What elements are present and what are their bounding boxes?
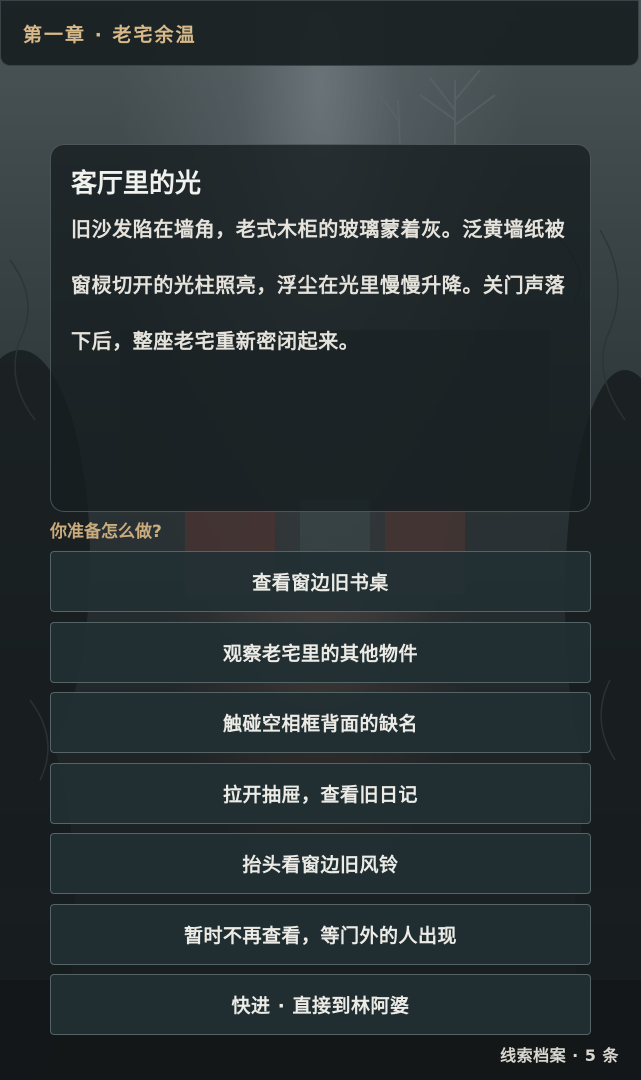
choice-list: 查看窗边旧书桌 观察老宅里的其他物件 触碰空相框背面的缺名 拉开抽屉，查看旧日记… [50, 551, 591, 1045]
clue-archive-link[interactable]: 线索档案 · 5 条 [500, 1042, 619, 1066]
chapter-title: 第一章 · 老宅余温 [23, 23, 197, 46]
story-heading: 客厅里的光 [71, 169, 202, 199]
chapter-header: 第一章 · 老宅余温 [0, 0, 639, 66]
story-card: 客厅里的光 旧沙发陷在墙角，老式木柜的玻璃蒙着灰。泛黄墙纸被窗棂切开的光柱照亮，… [50, 144, 591, 512]
choice-button-touch-frame[interactable]: 触碰空相框背面的缺名 [50, 692, 591, 753]
choice-button-fast-forward[interactable]: 快进 · 直接到林阿婆 [50, 974, 591, 1035]
choice-button-wait[interactable]: 暂时不再查看，等门外的人出现 [50, 903, 591, 965]
choice-button-observe-objects[interactable]: 观察老宅里的其他物件 [50, 621, 591, 683]
choice-button-open-drawer[interactable]: 拉开抽屉，查看旧日记 [50, 762, 591, 824]
choice-button-look-windchime[interactable]: 抬头看窗边旧风铃 [50, 833, 591, 894]
choice-button-inspect-desk[interactable]: 查看窗边旧书桌 [50, 551, 591, 612]
story-text: 旧沙发陷在墙角，老式木柜的玻璃蒙着灰。泛黄墙纸被窗棂切开的光柱照亮，浮尘在光里慢… [71, 217, 566, 353]
choice-prompt: 你准备怎么做? [50, 522, 162, 542]
